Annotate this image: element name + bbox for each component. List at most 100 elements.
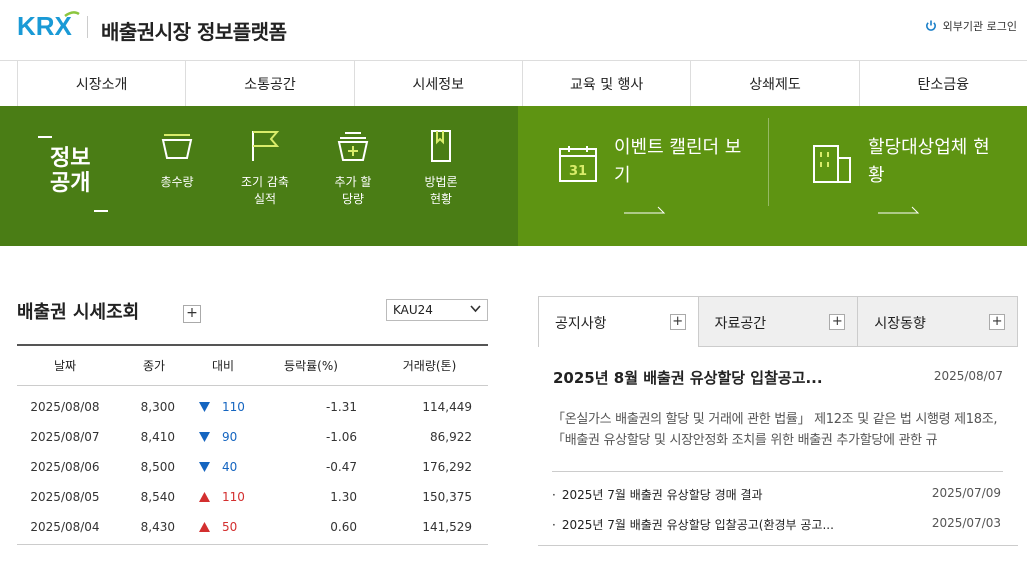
chevron-down-icon xyxy=(470,305,481,313)
nav-community[interactable]: 소통공간 xyxy=(186,61,355,106)
triangle-down-icon xyxy=(199,462,210,472)
nav-carbon-finance[interactable]: 탄소금융 xyxy=(860,61,1027,106)
building-icon xyxy=(813,145,851,183)
cell-rate: -0.47 xyxy=(325,460,357,474)
cell-date: 2025/08/04 xyxy=(30,520,100,534)
notice-list-item[interactable]: · 2025년 7월 배출권 유상할당 경매 결과 xyxy=(552,486,763,503)
cell-rate: -1.06 xyxy=(325,430,357,444)
notice-divider xyxy=(552,471,1003,472)
arrow-right-icon xyxy=(878,206,920,214)
notice-bottom-line xyxy=(538,545,1018,546)
nav-offset[interactable]: 상쇄제도 xyxy=(691,61,860,106)
basket-icon xyxy=(161,134,193,159)
notice-main-title[interactable]: 2025년 8월 배출권 유상할당 입찰공고... xyxy=(553,367,823,388)
cell-diff: 40 xyxy=(175,460,251,474)
price-table-header: 날짜 종가 대비 등락률(%) 거래량(톤) xyxy=(17,344,488,386)
notice-list-date: 2025/07/03 xyxy=(931,516,1001,530)
cell-date: 2025/08/08 xyxy=(30,400,100,414)
tab-market-trends[interactable]: 시장동향 + xyxy=(858,296,1019,347)
price-table-row[interactable]: 2025/08/07 8,410 90 -1.06 86,922 xyxy=(17,422,488,452)
cell-date: 2025/08/07 xyxy=(30,430,100,444)
arrow-right-icon xyxy=(624,206,666,214)
price-table-body: 2025/08/08 8,300 110 -1.31 114,449 2025/08/07… xyxy=(17,386,488,545)
cell-volume: 150,375 xyxy=(422,490,472,504)
krx-logo-icon: KRX xyxy=(17,11,80,40)
power-icon xyxy=(925,20,936,31)
price-more-button[interactable]: + xyxy=(183,305,201,323)
add-basket-icon xyxy=(337,132,369,161)
notice-main-body[interactable]: 「온실가스 배출권의 할당 및 거래에 관한 법률」 제12조 및 같은 법 시… xyxy=(552,409,1004,451)
diff-value: 90 xyxy=(222,430,238,444)
diff-value: 110 xyxy=(222,490,245,504)
tab-resources[interactable]: 자료공간 + xyxy=(698,296,859,347)
banner-right: 31 이벤트 캘린더 보기 할당대상업체 현황 xyxy=(518,106,1027,246)
quick-total-quantity[interactable]: 총수량 xyxy=(142,128,212,191)
nav-education-events[interactable]: 교육 및 행사 xyxy=(523,61,692,106)
cell-diff: 90 xyxy=(175,430,251,444)
notice-list-item[interactable]: · 2025년 7월 배출권 유상할당 입찰공고(환경부 공고... xyxy=(552,516,834,533)
cell-rate: 0.60 xyxy=(330,520,357,534)
login-label: 외부기관 로그인 xyxy=(942,20,1017,33)
flag-icon xyxy=(252,131,280,161)
price-section-title: 배출권 시세조회 xyxy=(17,302,140,323)
cell-date: 2025/08/05 xyxy=(30,490,100,504)
notice-main-date: 2025/08/07 xyxy=(933,369,1003,383)
cell-rate: -1.31 xyxy=(325,400,357,414)
cell-rate: 1.30 xyxy=(330,490,357,504)
quick-additional-allocation[interactable]: 추가 할당량 xyxy=(318,128,388,208)
triangle-up-icon xyxy=(199,492,210,502)
site-title[interactable]: 배출권시장 정보플랫폼 xyxy=(101,16,287,45)
triangle-down-icon xyxy=(199,402,210,412)
price-table-row[interactable]: 2025/08/04 8,430 50 0.60 141,529 xyxy=(17,512,488,542)
product-select[interactable]: KAU24 xyxy=(386,299,488,321)
cell-diff: 110 xyxy=(175,490,251,504)
nav-market-intro[interactable]: 시장소개 xyxy=(17,61,187,106)
price-table: 날짜 종가 대비 등락률(%) 거래량(톤) 2025/08/08 8,300 11… xyxy=(17,344,488,545)
cell-close: 8,540 xyxy=(140,490,175,504)
tab-resources-more-button[interactable]: + xyxy=(829,314,846,330)
quick-early-reduction[interactable]: 조기 감축실적 xyxy=(230,128,300,208)
cell-close: 8,410 xyxy=(140,430,175,444)
krx-logo[interactable]: KRX xyxy=(17,10,83,40)
triangle-up-icon xyxy=(199,522,210,532)
cell-diff: 50 xyxy=(175,520,251,534)
cell-volume: 141,529 xyxy=(422,520,472,534)
diff-value: 40 xyxy=(222,460,238,474)
price-table-row[interactable]: 2025/08/06 8,500 40 -0.47 176,292 xyxy=(17,452,488,482)
cell-close: 8,500 xyxy=(140,460,175,474)
col-rate: 등락률(%) xyxy=(284,359,338,373)
notice-list-date: 2025/07/09 xyxy=(931,486,1001,500)
cell-close: 8,300 xyxy=(140,400,175,414)
quick-methodology[interactable]: 방법론 현황 xyxy=(406,128,476,208)
nav-price-info[interactable]: 시세정보 xyxy=(355,61,523,106)
notice-tabs: 공지사항 + 자료공간 + 시장동향 + xyxy=(538,296,1019,347)
external-login-link[interactable]: 외부기관 로그인 xyxy=(925,18,1017,34)
col-date: 날짜 xyxy=(53,359,77,373)
cell-diff: 110 xyxy=(175,400,251,414)
banner-divider xyxy=(768,118,769,206)
price-table-row[interactable]: 2025/08/05 8,540 110 1.30 150,375 xyxy=(17,482,488,512)
diff-value: 50 xyxy=(222,520,238,534)
cell-volume: 176,292 xyxy=(422,460,472,474)
tab-notice-more-button[interactable]: + xyxy=(669,314,686,330)
triangle-down-icon xyxy=(199,432,210,442)
info-disclosure-banner: 정보 공개 총수량 조기 감축실적 추가 할당량 방법론 현황 xyxy=(0,106,518,246)
allocation-company-label: 할당대상업체 현황 xyxy=(868,137,990,186)
book-icon xyxy=(431,130,451,162)
logo-divider xyxy=(87,16,88,38)
svg-text:KRX: KRX xyxy=(17,11,73,40)
calendar-icon: 31 xyxy=(559,146,597,182)
diff-value: 110 xyxy=(222,400,245,414)
col-diff: 대비 xyxy=(211,359,235,373)
cell-date: 2025/08/06 xyxy=(30,460,100,474)
tab-notice[interactable]: 공지사항 + xyxy=(538,296,699,347)
cell-volume: 114,449 xyxy=(422,400,472,414)
product-select-value: KAU24 xyxy=(393,303,433,317)
svg-text:31: 31 xyxy=(569,164,587,179)
cell-close: 8,430 xyxy=(140,520,175,534)
info-disclosure-label: 정보 공개 xyxy=(36,134,110,214)
main-nav: 시장소개 소통공간 시세정보 교육 및 행사 상쇄제도 탄소금융 xyxy=(17,60,1027,106)
col-volume: 거래량(톤) xyxy=(402,359,457,373)
tab-market-trends-more-button[interactable]: + xyxy=(989,314,1006,330)
price-table-row[interactable]: 2025/08/08 8,300 110 -1.31 114,449 xyxy=(17,392,488,422)
